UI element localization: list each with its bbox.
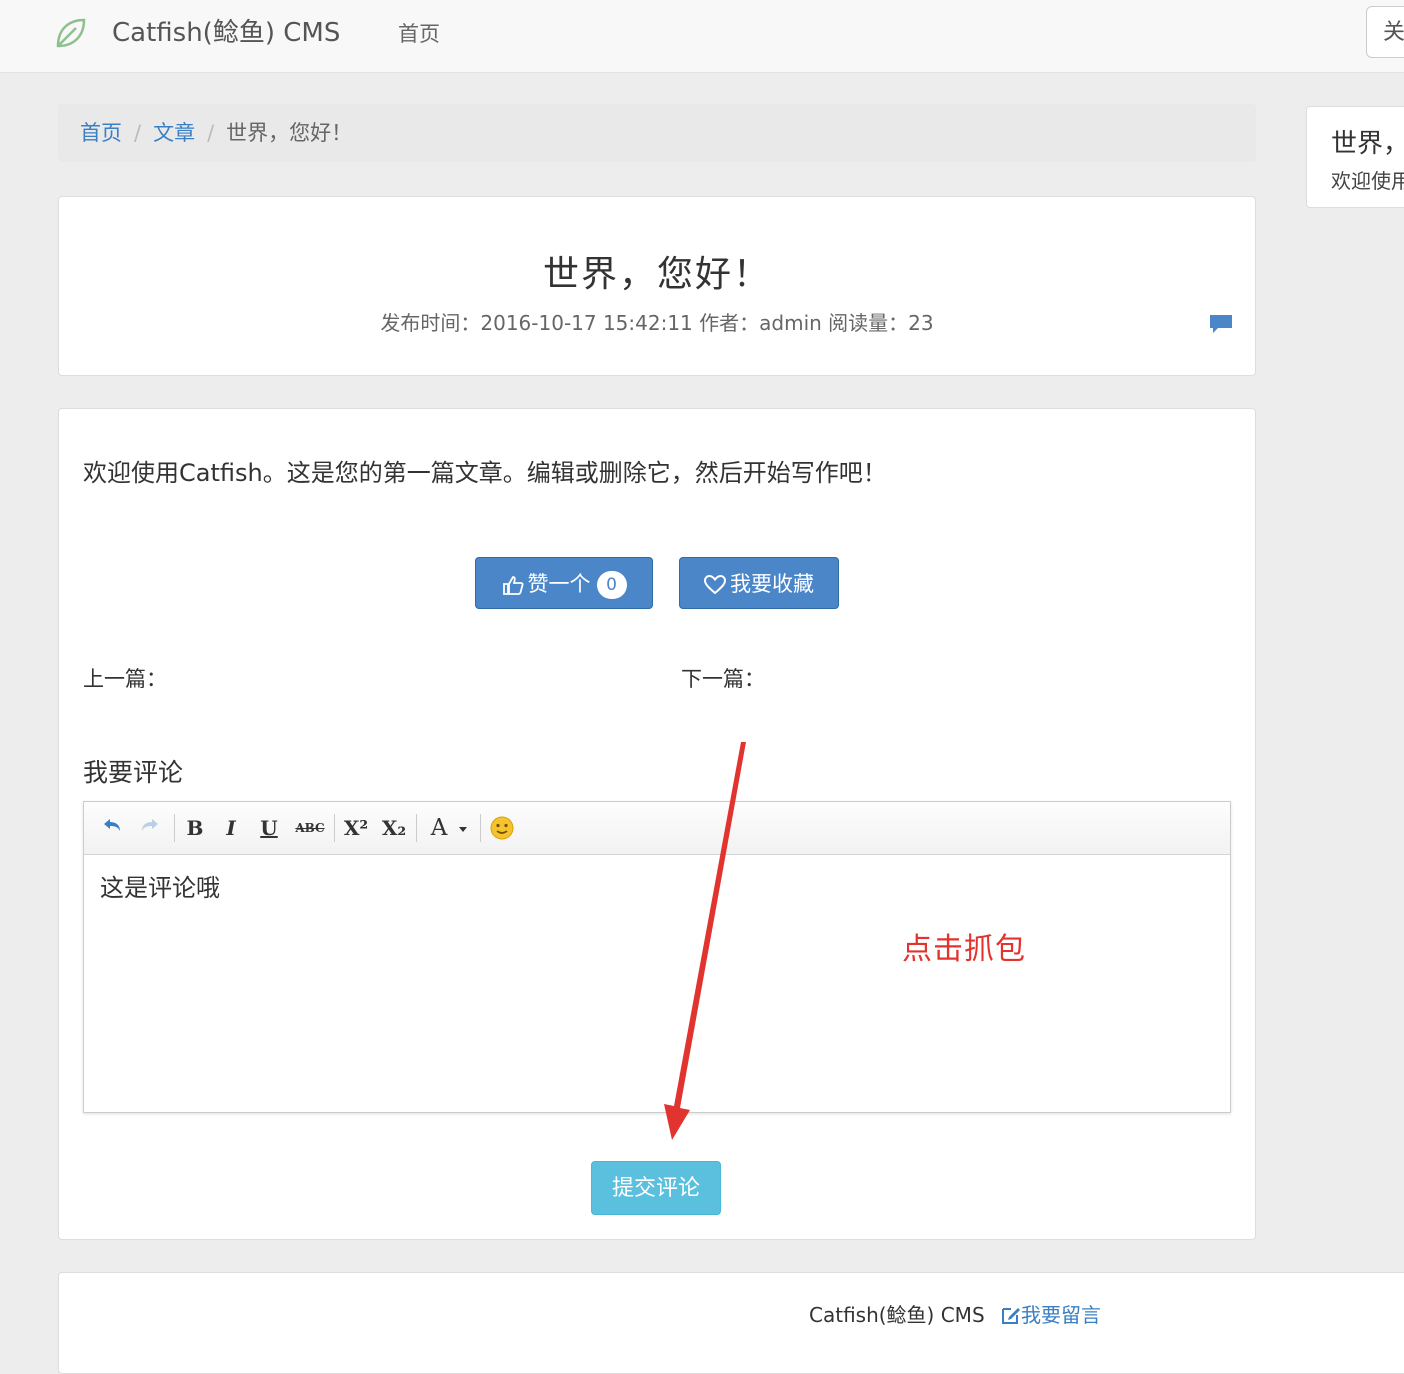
annotation-text: 点击抓包 [902, 932, 1026, 967]
like-label: 赞一个 [527, 572, 591, 596]
nav-right-button[interactable]: 关 [1366, 6, 1404, 58]
brand-name[interactable]: Catfish(鲶鱼) CMS [112, 14, 340, 52]
article-title: 世界，您好！ [542, 254, 771, 295]
article-meta: 发布时间：2016-10-17 15:42:11 作者：admin 阅读量：23 [380, 311, 934, 335]
article-content: 欢迎使用Catfish。这是您的第一篇文章。编辑或删除它，然后开始写作吧！ [83, 459, 887, 487]
breadcrumb-separator: / [207, 121, 215, 145]
underline-button[interactable]: U [256, 812, 282, 844]
toolbar-divider [174, 814, 175, 842]
edit-icon [1002, 1308, 1020, 1324]
favorite-label: 我要收藏 [730, 572, 814, 596]
strikethrough-button[interactable]: ABC [292, 812, 328, 844]
caret-down-icon[interactable] [456, 812, 470, 844]
breadcrumb-home[interactable]: 首页 [80, 121, 122, 145]
submit-comment-button[interactable]: 提交评论 [591, 1161, 721, 1215]
font-color-button[interactable]: A [426, 812, 452, 844]
comment-icon[interactable] [1209, 313, 1233, 335]
heart-icon [703, 574, 727, 595]
top-navbar: Catfish(鲶鱼) CMS 首页 关 [0, 0, 1404, 73]
breadcrumb-section[interactable]: 文章 [153, 121, 195, 145]
sidebar-title[interactable]: 世界， [1331, 123, 1404, 160]
footer: Catfish(鲶鱼) CMS 我要留言 [58, 1272, 1404, 1374]
comment-text[interactable]: 这是评论哦 [100, 868, 220, 903]
leaf-icon [56, 18, 86, 48]
like-count-badge: 0 [596, 571, 627, 599]
breadcrumb-separator: / [134, 121, 142, 145]
footer-line: Catfish(鲶鱼) CMS 我要留言 [809, 1299, 1101, 1328]
leave-message-link[interactable]: 我要留言 [1001, 1303, 1101, 1327]
sidebar-text: 欢迎使用 [1331, 169, 1404, 193]
article-header-card: 世界，您好！ 发布时间：2016-10-17 15:42:11 作者：admin… [58, 196, 1256, 376]
toolbar-divider [334, 814, 335, 842]
prev-article-label: 上一篇： [83, 667, 167, 691]
footer-brand: Catfish(鲶鱼) CMS [809, 1303, 985, 1327]
toolbar-divider [480, 814, 481, 842]
nav-home-link[interactable]: 首页 [398, 18, 440, 50]
editor-toolbar: B I U ABC X² X₂ A [84, 802, 1230, 855]
undo-icon[interactable] [98, 812, 126, 844]
comment-heading: 我要评论 [83, 758, 184, 787]
sidebar-card: 世界， 欢迎使用 [1306, 106, 1404, 208]
emoji-icon[interactable] [488, 812, 516, 844]
thumbs-up-icon [502, 576, 524, 595]
redo-icon[interactable] [136, 812, 164, 844]
italic-button[interactable]: I [218, 812, 244, 844]
toolbar-divider [416, 814, 417, 842]
next-article-label: 下一篇： [681, 667, 765, 691]
breadcrumb-current: 世界，您好！ [226, 121, 353, 145]
favorite-button[interactable]: 我要收藏 [679, 557, 839, 609]
subscript-button[interactable]: X₂ [378, 812, 410, 844]
comment-editor: B I U ABC X² X₂ A 这是评论哦 [83, 801, 1231, 1113]
breadcrumb: 首页 / 文章 / 世界，您好！ [58, 104, 1256, 162]
leave-message-label: 我要留言 [1021, 1303, 1101, 1327]
superscript-button[interactable]: X² [340, 812, 372, 844]
bold-button[interactable]: B [182, 812, 208, 844]
article-content-card: 欢迎使用Catfish。这是您的第一篇文章。编辑或删除它，然后开始写作吧！ 赞一… [58, 408, 1256, 1240]
like-button[interactable]: 赞一个 0 [475, 557, 653, 609]
